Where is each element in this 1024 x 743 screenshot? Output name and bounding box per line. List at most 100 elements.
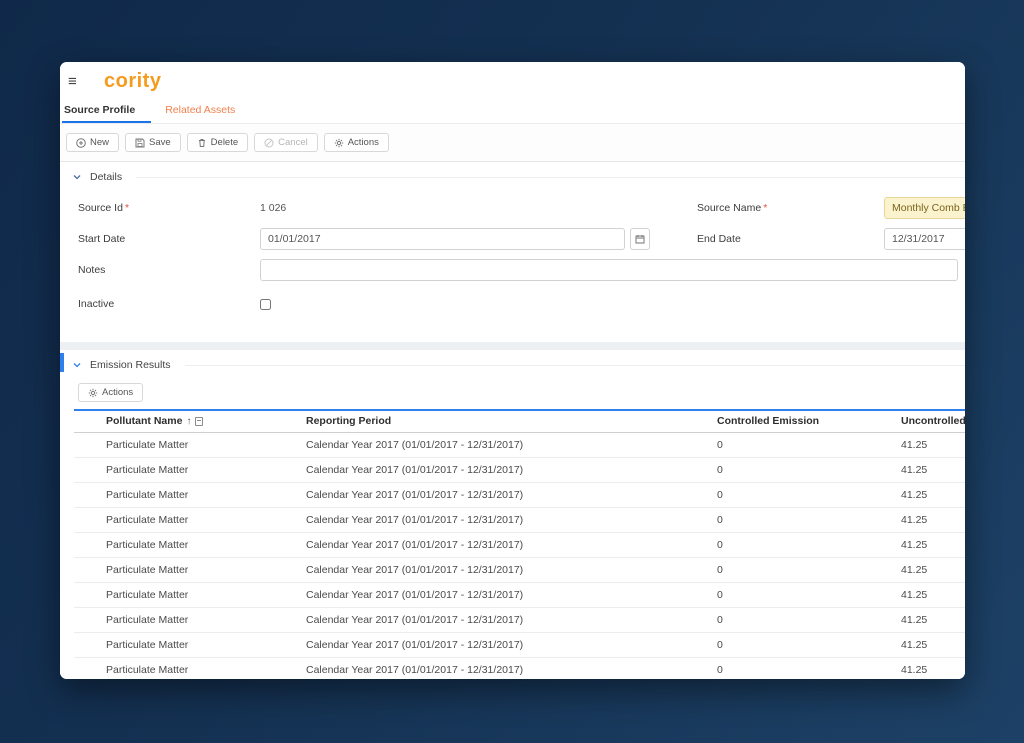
header-controlled-emission[interactable]: Controlled Emission bbox=[717, 415, 819, 427]
table-header-row: Pollutant Name ↑ Reporting Period Contro… bbox=[74, 408, 965, 433]
table-row[interactable]: Particulate Matter Calendar Year 2017 (0… bbox=[74, 508, 965, 533]
inactive-checkbox[interactable] bbox=[260, 298, 271, 310]
section-accent-bar bbox=[60, 353, 64, 372]
cell-reporting-period: Calendar Year 2017 (01/01/2017 - 12/31/2… bbox=[306, 563, 524, 576]
emission-results-section: Emission Results Actions Pollutant Name … bbox=[60, 350, 965, 679]
sort-ascending-icon[interactable]: ↑ bbox=[186, 416, 191, 427]
emission-section-title: Emission Results bbox=[90, 359, 171, 371]
toolbar: New Save Delete Cancel Actions bbox=[60, 124, 965, 162]
end-date-input[interactable] bbox=[884, 228, 965, 250]
table-row[interactable]: Particulate Matter Calendar Year 2017 (0… bbox=[74, 633, 965, 658]
form-row-notes: Notes bbox=[60, 259, 965, 281]
start-date-input[interactable] bbox=[260, 228, 625, 250]
cell-uncontrolled-emission: 41.25 bbox=[901, 638, 928, 651]
save-button[interactable]: Save bbox=[125, 133, 181, 152]
section-divider bbox=[136, 176, 965, 178]
source-name-field-wrap bbox=[884, 197, 965, 219]
end-date-label: End Date bbox=[697, 233, 741, 245]
source-id-label: Source Id * bbox=[78, 202, 130, 214]
cell-reporting-period: Calendar Year 2017 (01/01/2017 - 12/31/2… bbox=[306, 588, 524, 601]
new-button[interactable]: New bbox=[66, 133, 120, 152]
chevron-down-icon bbox=[72, 172, 82, 182]
details-section: Details Source Id* 1 026 Source Name* St… bbox=[60, 162, 965, 342]
ban-icon bbox=[264, 138, 274, 148]
save-icon bbox=[135, 138, 145, 148]
tab-related-assets[interactable]: Related Assets bbox=[151, 100, 249, 123]
table-row[interactable]: Particulate Matter Calendar Year 2017 (0… bbox=[74, 483, 965, 508]
actions-button[interactable]: Actions bbox=[323, 133, 389, 152]
header-uncontrolled-emission[interactable]: Uncontrolled Em bbox=[901, 415, 965, 427]
cell-pollutant-name: Particulate Matter bbox=[106, 563, 189, 576]
cell-controlled-emission: 0 bbox=[717, 538, 723, 551]
form-row-start-date: Start Date End Date bbox=[60, 228, 965, 250]
emission-actions-button[interactable]: Actions bbox=[78, 383, 144, 402]
cell-reporting-period: Calendar Year 2017 (01/01/2017 - 12/31/2… bbox=[306, 538, 524, 551]
actions-button-label: Actions bbox=[347, 137, 379, 148]
column-menu-icon[interactable] bbox=[195, 416, 204, 426]
cell-uncontrolled-emission: 41.25 bbox=[901, 463, 928, 476]
details-section-title: Details bbox=[90, 171, 123, 183]
end-date-field-wrap bbox=[884, 228, 965, 250]
emission-actions-wrap: Actions bbox=[78, 383, 965, 403]
cell-controlled-emission: 0 bbox=[717, 613, 723, 626]
table-row[interactable]: Particulate Matter Calendar Year 2017 (0… bbox=[74, 458, 965, 483]
header-reporting-period[interactable]: Reporting Period bbox=[306, 415, 391, 427]
cell-pollutant-name: Particulate Matter bbox=[106, 538, 189, 551]
form-row-source-id: Source Id * 1 026 Source Name * bbox=[60, 197, 965, 219]
emission-section-header[interactable]: Emission Results bbox=[60, 350, 965, 375]
cell-uncontrolled-emission: 41.25 bbox=[901, 563, 928, 576]
cell-pollutant-name: Particulate Matter bbox=[106, 613, 189, 626]
table-row[interactable]: Particulate Matter Calendar Year 2017 (0… bbox=[74, 558, 965, 583]
cell-controlled-emission: 0 bbox=[717, 663, 723, 676]
cell-pollutant-name: Particulate Matter bbox=[106, 513, 189, 526]
app-header: ≡ cority bbox=[60, 62, 965, 100]
cell-reporting-period: Calendar Year 2017 (01/01/2017 - 12/31/2… bbox=[306, 613, 524, 626]
required-marker: * bbox=[124, 202, 130, 214]
cell-reporting-period: Calendar Year 2017 (01/01/2017 - 12/31/2… bbox=[306, 513, 524, 526]
cell-uncontrolled-emission: 41.25 bbox=[901, 588, 928, 601]
header-pollutant-name[interactable]: Pollutant Name ↑ bbox=[106, 415, 204, 427]
cell-controlled-emission: 0 bbox=[717, 488, 723, 501]
new-button-label: New bbox=[90, 137, 110, 148]
save-button-label: Save bbox=[149, 137, 171, 148]
cell-controlled-emission: 0 bbox=[717, 588, 723, 601]
notes-label: Notes bbox=[78, 264, 106, 276]
cell-reporting-period: Calendar Year 2017 (01/01/2017 - 12/31/2… bbox=[306, 638, 524, 651]
cell-uncontrolled-emission: 41.25 bbox=[901, 663, 928, 676]
cell-pollutant-name: Particulate Matter bbox=[106, 638, 189, 651]
cell-uncontrolled-emission: 41.25 bbox=[901, 438, 928, 451]
section-divider bbox=[184, 364, 965, 366]
cell-pollutant-name: Particulate Matter bbox=[106, 488, 189, 501]
table-row[interactable]: Particulate Matter Calendar Year 2017 (0… bbox=[74, 533, 965, 558]
source-name-label: Source Name * bbox=[697, 202, 768, 214]
source-name-input[interactable] bbox=[884, 197, 965, 219]
notes-input[interactable] bbox=[260, 259, 958, 281]
table-row[interactable]: Particulate Matter Calendar Year 2017 (0… bbox=[74, 433, 965, 458]
start-date-label: Start Date bbox=[78, 233, 126, 245]
form-row-inactive: Inactive bbox=[60, 293, 965, 315]
source-id-value: 1 026 bbox=[260, 202, 287, 214]
details-section-header[interactable]: Details bbox=[60, 162, 965, 187]
gear-icon bbox=[88, 388, 98, 398]
cell-reporting-period: Calendar Year 2017 (01/01/2017 - 12/31/2… bbox=[306, 438, 524, 451]
table-row[interactable]: Particulate Matter Calendar Year 2017 (0… bbox=[74, 658, 965, 680]
app-logo: cority bbox=[104, 69, 162, 92]
tab-source-profile[interactable]: Source Profile bbox=[62, 100, 152, 123]
cell-uncontrolled-emission: 41.25 bbox=[901, 513, 928, 526]
table-row[interactable]: Particulate Matter Calendar Year 2017 (0… bbox=[74, 583, 965, 608]
hamburger-menu-icon[interactable]: ≡ bbox=[68, 73, 90, 90]
table-row[interactable]: Particulate Matter Calendar Year 2017 (0… bbox=[74, 608, 965, 633]
emission-table: Pollutant Name ↑ Reporting Period Contro… bbox=[74, 408, 965, 680]
cell-pollutant-name: Particulate Matter bbox=[106, 463, 189, 476]
cell-uncontrolled-emission: 41.25 bbox=[901, 613, 928, 626]
cancel-button[interactable]: Cancel bbox=[254, 133, 318, 152]
plus-icon bbox=[76, 137, 86, 148]
calendar-icon[interactable] bbox=[630, 228, 650, 250]
delete-button[interactable]: Delete bbox=[186, 133, 249, 152]
window-body: Details Source Id* 1 026 Source Name* St… bbox=[60, 162, 965, 679]
cell-controlled-emission: 0 bbox=[717, 438, 723, 451]
cell-pollutant-name: Particulate Matter bbox=[106, 663, 189, 676]
details-form: Source Id* 1 026 Source Name* Start Date… bbox=[60, 187, 965, 315]
gear-icon bbox=[334, 138, 344, 148]
cell-pollutant-name: Particulate Matter bbox=[106, 438, 189, 451]
